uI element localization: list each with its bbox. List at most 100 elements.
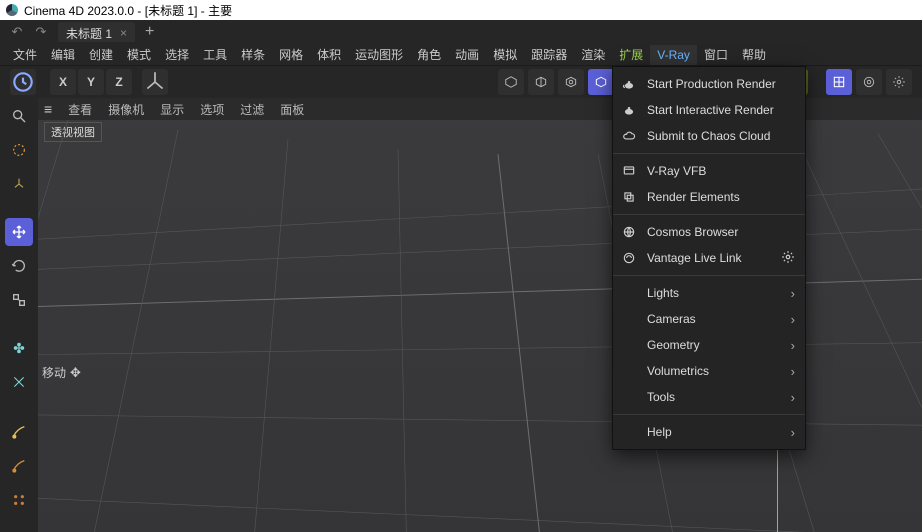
link-icon xyxy=(621,250,637,266)
menu-file[interactable]: 文件 xyxy=(6,43,44,66)
vray-geometry-submenu[interactable]: Geometry xyxy=(613,332,805,358)
main-menubar: 文件 编辑 创建 模式 选择 工具 样条 网格 体积 运动图形 角色 动画 模拟… xyxy=(0,44,922,66)
menu-select[interactable]: 选择 xyxy=(158,43,196,66)
menu-character[interactable]: 角色 xyxy=(410,43,448,66)
menu-separator xyxy=(613,153,805,154)
document-tab-label: 未标题 1 xyxy=(66,25,112,42)
document-tabrow: ↶ ↷ 未标题 1 × + xyxy=(0,20,922,44)
menu-window[interactable]: 窗口 xyxy=(697,43,735,66)
render-view-icon[interactable] xyxy=(498,69,524,95)
target-icon[interactable] xyxy=(856,69,882,95)
brush-tool-icon-2[interactable] xyxy=(5,452,33,480)
vray-submit-chaos-cloud[interactable]: Submit to Chaos Cloud xyxy=(613,123,805,149)
coord-system-icon[interactable] xyxy=(142,69,168,95)
submenu-arrow-icon xyxy=(791,338,795,353)
gear-toolbar-icon[interactable] xyxy=(886,69,912,95)
menu-item-label: Cameras xyxy=(647,312,781,326)
menu-extensions[interactable]: 扩展 xyxy=(612,43,650,66)
menu-item-label: V-Ray VFB xyxy=(647,164,795,178)
menu-separator xyxy=(613,275,805,276)
axis-z-button[interactable]: Z xyxy=(106,69,132,95)
render-settings-icon[interactable] xyxy=(558,69,584,95)
vray-tools-submenu[interactable]: Tools xyxy=(613,384,805,410)
vray-vantage-live-link[interactable]: Vantage Live Link xyxy=(613,245,805,271)
new-document-icon[interactable]: + xyxy=(145,23,154,41)
document-tab[interactable]: 未标题 1 × xyxy=(58,22,135,42)
viewbar-camera[interactable]: 摄像机 xyxy=(108,101,144,118)
vray-cosmos-browser[interactable]: Cosmos Browser xyxy=(613,219,805,245)
viewbar-display[interactable]: 显示 xyxy=(160,101,184,118)
move-tool-icon[interactable] xyxy=(5,218,33,246)
menu-tracker[interactable]: 跟踪器 xyxy=(524,43,574,66)
menu-item-label: Vantage Live Link xyxy=(647,251,771,265)
menu-separator xyxy=(613,214,805,215)
brush-tool-icon-1[interactable] xyxy=(5,418,33,446)
search-tool-icon[interactable] xyxy=(5,102,33,130)
teapot-icon xyxy=(621,76,637,92)
vray-lights-submenu[interactable]: Lights xyxy=(613,280,805,306)
menu-edit[interactable]: 编辑 xyxy=(44,43,82,66)
vray-dropdown-menu: Start Production Render Start Interactiv… xyxy=(612,66,806,450)
gear-icon[interactable] xyxy=(781,250,795,267)
submenu-arrow-icon xyxy=(791,312,795,327)
redo-icon[interactable]: ↷ xyxy=(30,22,52,42)
points-mode-icon[interactable] xyxy=(5,334,33,362)
left-tool-palette xyxy=(0,98,38,532)
render-region-icon[interactable] xyxy=(528,69,554,95)
cloud-icon xyxy=(621,128,637,144)
viewport-menu-icon[interactable]: ≡ xyxy=(44,101,52,117)
menu-item-label: Start Production Render xyxy=(647,77,795,91)
viewbar-filter[interactable]: 过滤 xyxy=(240,101,264,118)
vray-render-elements[interactable]: Render Elements xyxy=(613,184,805,210)
menu-item-label: Cosmos Browser xyxy=(647,225,795,239)
teapot-icon xyxy=(621,102,637,118)
live-select-tool-icon[interactable] xyxy=(5,136,33,164)
vray-volumetrics-submenu[interactable]: Volumetrics xyxy=(613,358,805,384)
vray-start-interactive-render[interactable]: Start Interactive Render xyxy=(613,97,805,123)
edges-mode-icon[interactable] xyxy=(5,368,33,396)
viewbar-panel[interactable]: 面板 xyxy=(280,101,304,118)
vray-help-submenu[interactable]: Help xyxy=(613,419,805,445)
globe-icon xyxy=(621,224,637,240)
menu-item-label: Help xyxy=(647,425,781,439)
submenu-arrow-icon xyxy=(791,425,795,440)
scale-tool-icon[interactable] xyxy=(5,286,33,314)
render-queue-icon[interactable] xyxy=(588,69,614,95)
close-icon[interactable]: × xyxy=(120,26,127,40)
menu-render[interactable]: 渲染 xyxy=(574,43,612,66)
submenu-arrow-icon xyxy=(791,286,795,301)
move-glyph-icon: ✥ xyxy=(70,365,81,381)
menu-mode[interactable]: 模式 xyxy=(120,43,158,66)
layers-icon xyxy=(621,189,637,205)
menu-item-label: Submit to Chaos Cloud xyxy=(647,129,795,143)
window-titlebar: Cinema 4D 2023.0.0 - [未标题 1] - 主要 xyxy=(0,0,922,20)
undo-icon[interactable]: ↶ xyxy=(6,22,28,42)
menu-mesh[interactable]: 网格 xyxy=(272,43,310,66)
submenu-arrow-icon xyxy=(791,390,795,405)
history-icon[interactable] xyxy=(10,69,36,95)
menu-tools[interactable]: 工具 xyxy=(196,43,234,66)
menu-item-label: Lights xyxy=(647,286,781,300)
viewbar-options[interactable]: 选项 xyxy=(200,101,224,118)
vray-vfb[interactable]: V-Ray VFB xyxy=(613,158,805,184)
menu-spline[interactable]: 样条 xyxy=(234,43,272,66)
menu-volume[interactable]: 体积 xyxy=(310,43,348,66)
vray-cameras-submenu[interactable]: Cameras xyxy=(613,306,805,332)
menu-vray[interactable]: V-Ray xyxy=(650,45,697,65)
vray-start-production-render[interactable]: Start Production Render xyxy=(613,71,805,97)
snap-toggle-icon[interactable] xyxy=(826,69,852,95)
app-logo-icon xyxy=(6,4,18,16)
axis-x-button[interactable]: X xyxy=(50,69,76,95)
axis-y-button[interactable]: Y xyxy=(78,69,104,95)
rotate-tool-icon[interactable] xyxy=(5,252,33,280)
menu-simulate[interactable]: 模拟 xyxy=(486,43,524,66)
viewbar-view[interactable]: 查看 xyxy=(68,101,92,118)
menu-mograph[interactable]: 运动图形 xyxy=(348,43,410,66)
lasso-tool-icon[interactable] xyxy=(5,170,33,198)
window-title: Cinema 4D 2023.0.0 - [未标题 1] - 主要 xyxy=(24,2,232,19)
submenu-arrow-icon xyxy=(791,364,795,379)
nodes-tool-icon[interactable] xyxy=(5,486,33,514)
menu-help[interactable]: 帮助 xyxy=(735,43,773,66)
menu-animate[interactable]: 动画 xyxy=(448,43,486,66)
menu-create[interactable]: 创建 xyxy=(82,43,120,66)
